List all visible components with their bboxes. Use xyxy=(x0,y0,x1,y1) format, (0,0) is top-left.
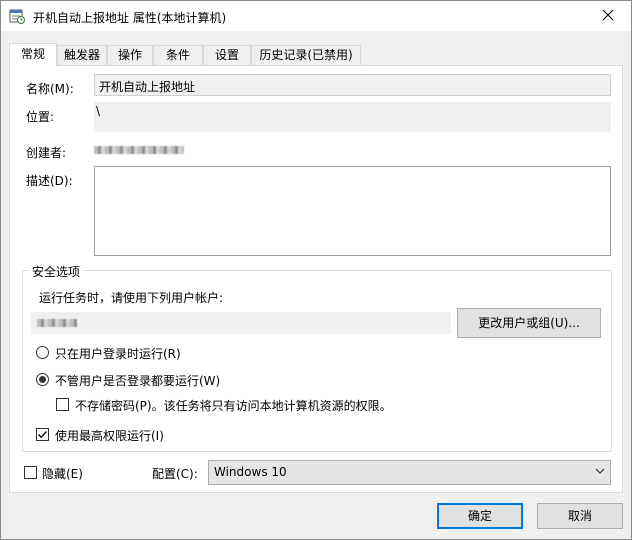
run-as-user-redacted xyxy=(37,319,77,327)
configure-for-select[interactable]: Windows 10 xyxy=(208,460,611,485)
name-field[interactable]: 开机自动上报地址 xyxy=(94,74,611,96)
tab-conditions[interactable]: 条件 xyxy=(153,45,203,65)
description-label: 描述(D): xyxy=(26,174,73,188)
tab-general[interactable]: 常规 xyxy=(9,43,57,66)
security-options-legend: 安全选项 xyxy=(29,263,84,280)
checkbox-do-not-store-password[interactable] xyxy=(56,398,69,411)
configure-for-value: Windows 10 xyxy=(214,465,287,479)
tab-settings[interactable]: 设置 xyxy=(203,45,251,65)
run-as-user-field xyxy=(31,312,451,334)
location-field[interactable]: \ xyxy=(94,102,611,132)
change-user-button[interactable]: 更改用户或组(U)... xyxy=(457,308,601,338)
chevron-down-icon xyxy=(594,465,606,477)
configure-label: 配置(C): xyxy=(152,467,198,481)
author-value-redacted xyxy=(94,146,184,154)
location-value: \ xyxy=(96,104,101,118)
radio-run-only-logged-on[interactable] xyxy=(36,346,49,359)
task-scheduler-icon xyxy=(9,8,25,24)
tab-triggers[interactable]: 触发器 xyxy=(57,45,107,65)
general-tab-panel: 名称(M): 开机自动上报地址 位置: \ 创建者: 描述(D): 安全选项 运… xyxy=(9,65,623,493)
radio-run-whether-logged-on[interactable] xyxy=(36,373,49,386)
ok-button[interactable]: 确定 xyxy=(437,503,523,529)
checkbox-hidden-label[interactable]: 隐藏(E) xyxy=(42,465,83,482)
tab-actions[interactable]: 操作 xyxy=(107,45,153,65)
close-button[interactable] xyxy=(585,1,631,31)
author-label: 创建者: xyxy=(26,146,67,160)
checkbox-highest-privileges[interactable] xyxy=(36,428,49,441)
radio-run-whether-logged-on-label[interactable]: 不管用户是否登录都要运行(W) xyxy=(55,372,220,389)
title-bar: 开机自动上报地址 属性(本地计算机) xyxy=(1,1,631,31)
checkbox-hidden[interactable] xyxy=(24,466,37,479)
close-icon xyxy=(602,9,614,24)
cancel-button[interactable]: 取消 xyxy=(537,503,623,529)
run-as-prompt: 运行任务时，请使用下列用户帐户: xyxy=(39,291,224,305)
checkbox-do-not-store-password-label[interactable]: 不存储密码(P)。该任务将只有访问本地计算机资源的权限。 xyxy=(75,397,392,414)
tab-history[interactable]: 历史记录(已禁用) xyxy=(251,45,361,65)
window-title: 开机自动上报地址 属性(本地计算机) xyxy=(33,11,227,25)
location-label: 位置: xyxy=(26,110,55,124)
task-properties-dialog: 开机自动上报地址 属性(本地计算机) 常规 触发器 操作 条件 设置 历史记录(… xyxy=(0,0,632,540)
radio-selected-dot xyxy=(39,376,46,383)
checkbox-highest-privileges-label[interactable]: 使用最高权限运行(I) xyxy=(55,427,164,444)
description-textarea[interactable] xyxy=(94,166,611,256)
radio-run-only-logged-on-label[interactable]: 只在用户登录时运行(R) xyxy=(55,345,181,362)
name-label: 名称(M): xyxy=(26,82,74,96)
security-options-group: 安全选项 运行任务时，请使用下列用户帐户: 更改用户或组(U)... 只在用户登… xyxy=(22,263,612,452)
